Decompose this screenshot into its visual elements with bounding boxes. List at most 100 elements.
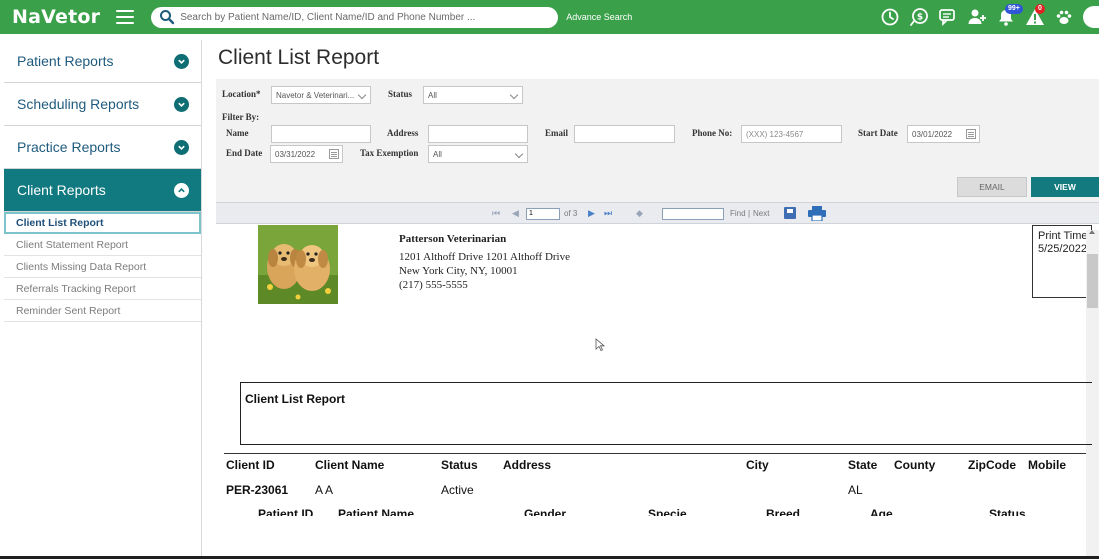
page-number-input[interactable]: 1 bbox=[526, 208, 560, 220]
next-page-icon[interactable]: ▶ bbox=[588, 208, 595, 219]
last-page-icon[interactable]: ⏭ bbox=[604, 208, 612, 219]
sidebar-section-patient-reports[interactable]: Patient Reports bbox=[4, 40, 201, 83]
cell-state: AL bbox=[848, 483, 863, 497]
email-label: Email bbox=[545, 128, 569, 138]
sidebar-item-referrals-tracking-report[interactable]: Referrals Tracking Report bbox=[4, 278, 201, 300]
email-button[interactable]: EMAIL bbox=[957, 177, 1027, 197]
status-select[interactable]: All bbox=[423, 86, 523, 104]
location-value: Navetor & Veterinari... bbox=[276, 90, 355, 100]
page-title: Client List Report bbox=[218, 46, 380, 69]
next-link[interactable]: Next bbox=[753, 209, 769, 218]
clock-icon[interactable] bbox=[879, 6, 901, 28]
brand-logo[interactable]: NaVetor bbox=[12, 6, 100, 28]
back-icon[interactable]: ◆ bbox=[636, 208, 643, 219]
page-count: of 3 bbox=[564, 209, 578, 218]
col-status: Status bbox=[441, 458, 478, 472]
report-viewer: ⏮ ◀ 1 of 3 ▶ ⏭ ◆ Find | Next Patterson V… bbox=[216, 202, 1099, 559]
start-date-value: 03/01/2022 bbox=[912, 129, 953, 139]
sidebar-section-label: Scheduling Reports bbox=[17, 96, 140, 112]
col-county: County bbox=[894, 458, 936, 472]
col-address: Address bbox=[503, 458, 552, 472]
chevron-down-icon[interactable] bbox=[174, 53, 189, 69]
menu-icon[interactable] bbox=[116, 10, 135, 24]
chevron-down-icon[interactable] bbox=[174, 96, 189, 112]
sidebar-item-reminder-sent-report[interactable]: Reminder Sent Report bbox=[4, 300, 201, 322]
col-city: City bbox=[746, 458, 769, 472]
name-label: Name bbox=[226, 128, 249, 138]
email-input[interactable] bbox=[574, 125, 675, 143]
prev-page-icon[interactable]: ◀ bbox=[512, 208, 519, 219]
status-value: All bbox=[428, 90, 437, 100]
org-address-line1: 1201 Althoff Drive 1201 Althoff Drive bbox=[399, 251, 570, 263]
avatar[interactable] bbox=[1083, 6, 1099, 28]
add-user-icon[interactable] bbox=[966, 6, 988, 28]
phone-label: Phone No: bbox=[692, 128, 733, 138]
advance-search-link[interactable]: Advance Search bbox=[566, 12, 632, 22]
sidebar-item-client-list-report[interactable]: Client List Report bbox=[4, 212, 201, 234]
cell-client-id: PER-23061 bbox=[226, 483, 289, 497]
col-state: State bbox=[848, 458, 878, 472]
calendar-icon[interactable] bbox=[329, 149, 339, 159]
sidebar-section-practice-reports[interactable]: Practice Reports bbox=[4, 126, 201, 169]
paw-icon[interactable] bbox=[1053, 6, 1075, 28]
top-bar: NaVetor Advance Search $ bbox=[0, 0, 1099, 34]
svg-text:$: $ bbox=[917, 13, 923, 23]
cell-client-name: A A bbox=[315, 483, 334, 497]
app-root: NaVetor Advance Search $ bbox=[0, 0, 1099, 559]
col-zipcode: ZipCode bbox=[968, 458, 1016, 472]
name-input[interactable] bbox=[271, 125, 371, 143]
report-page: Patterson Veterinarian 1201 Althoff Driv… bbox=[216, 224, 1099, 559]
view-button[interactable]: VIEW bbox=[1031, 177, 1099, 197]
cell-status: Active bbox=[441, 483, 474, 497]
search-icon[interactable] bbox=[159, 9, 175, 25]
end-date-label: End Date bbox=[226, 148, 263, 158]
search-input[interactable] bbox=[180, 11, 541, 23]
phone-input[interactable]: (XXX) 123-4567 bbox=[741, 125, 842, 143]
sidebar-section-label: Practice Reports bbox=[17, 139, 121, 155]
chevron-down-icon[interactable] bbox=[174, 139, 189, 155]
location-label: Location* bbox=[222, 89, 261, 99]
alert-icon[interactable]: 0 bbox=[1024, 4, 1046, 28]
location-select[interactable]: Navetor & Veterinari... bbox=[271, 86, 371, 104]
sidebar-section-label: Client Reports bbox=[17, 182, 106, 198]
calendar-icon[interactable] bbox=[966, 129, 976, 139]
find-input[interactable] bbox=[662, 208, 724, 220]
address-label: Address bbox=[387, 128, 419, 138]
puppies-logo-image bbox=[258, 225, 338, 304]
tax-exemption-select[interactable]: All bbox=[428, 145, 528, 163]
filter-by-label: Filter By: bbox=[222, 112, 260, 122]
tax-exemption-label: Tax Exemption bbox=[360, 148, 419, 158]
org-name: Patterson Veterinarian bbox=[399, 233, 507, 245]
sidebar-item-clients-missing-data-report[interactable]: Clients Missing Data Report bbox=[4, 256, 201, 278]
report-clip bbox=[216, 516, 1086, 559]
scroll-up-icon[interactable] bbox=[1089, 230, 1095, 234]
report-toolbar: ⏮ ◀ 1 of 3 ▶ ⏭ ◆ Find | Next bbox=[216, 202, 1099, 224]
bell-icon[interactable]: 99+ bbox=[995, 4, 1023, 28]
end-date-value: 03/31/2022 bbox=[275, 149, 316, 159]
first-page-icon[interactable]: ⏮ bbox=[492, 208, 500, 219]
find-link[interactable]: Find bbox=[730, 209, 746, 218]
chevron-up-icon[interactable] bbox=[174, 182, 189, 198]
start-date-input[interactable]: 03/01/2022 bbox=[907, 125, 980, 143]
print-icon[interactable] bbox=[808, 206, 826, 221]
print-time-box: Print Time 5/25/2022 bbox=[1032, 225, 1092, 298]
scrollbar-thumb[interactable] bbox=[1087, 254, 1098, 308]
address-input[interactable] bbox=[428, 125, 528, 143]
col-client-name: Client Name bbox=[315, 458, 385, 472]
col-client-id: Client ID bbox=[226, 458, 275, 472]
col-mobile: Mobile bbox=[1028, 458, 1066, 472]
toolbar-separator: | bbox=[748, 209, 751, 218]
chat-icon[interactable] bbox=[937, 6, 959, 28]
sidebar-item-client-statement-report[interactable]: Client Statement Report bbox=[4, 234, 201, 256]
sidebar-section-client-reports[interactable]: Client Reports bbox=[4, 169, 201, 212]
dollar-icon[interactable]: $ bbox=[908, 6, 930, 28]
chevron-down-icon bbox=[509, 90, 519, 100]
sidebar-section-scheduling-reports[interactable]: Scheduling Reports bbox=[4, 83, 201, 126]
start-date-label: Start Date bbox=[858, 128, 898, 138]
print-time-label: Print Time bbox=[1038, 230, 1088, 242]
alert-badge: 0 bbox=[1035, 4, 1045, 14]
export-icon[interactable] bbox=[784, 207, 796, 219]
report-title: Client List Report bbox=[245, 392, 346, 406]
end-date-input[interactable]: 03/31/2022 bbox=[270, 145, 343, 163]
print-time-value: 5/25/2022 bbox=[1038, 243, 1087, 255]
